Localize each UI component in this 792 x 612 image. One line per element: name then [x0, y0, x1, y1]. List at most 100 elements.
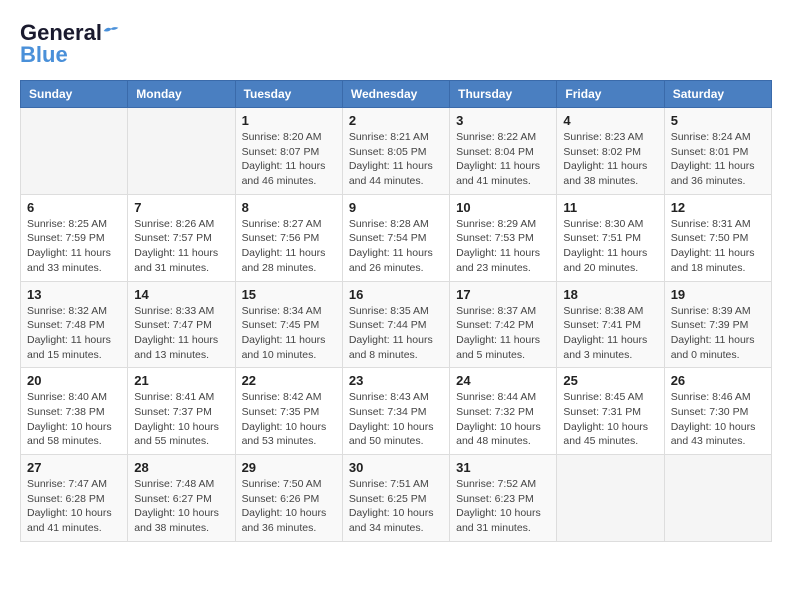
week-row-2: 6 Sunrise: 8:25 AM Sunset: 7:59 PM Daylig…: [21, 194, 772, 281]
col-header-saturday: Saturday: [664, 81, 771, 108]
day-number: 18: [563, 287, 657, 302]
day-number: 27: [27, 460, 121, 475]
calendar-cell: 20 Sunrise: 8:40 AM Sunset: 7:38 PM Dayli…: [21, 368, 128, 455]
day-info: Sunrise: 8:23 AM Sunset: 8:02 PM Dayligh…: [563, 130, 657, 189]
day-info: Sunrise: 8:27 AM Sunset: 7:56 PM Dayligh…: [242, 217, 336, 276]
day-info: Sunrise: 8:31 AM Sunset: 7:50 PM Dayligh…: [671, 217, 765, 276]
page: General Blue SundayMondayTuesdayWednesda…: [0, 0, 792, 562]
calendar-cell: 19 Sunrise: 8:39 AM Sunset: 7:39 PM Dayli…: [664, 281, 771, 368]
day-info: Sunrise: 8:35 AM Sunset: 7:44 PM Dayligh…: [349, 304, 443, 363]
day-number: 9: [349, 200, 443, 215]
calendar-cell: 11 Sunrise: 8:30 AM Sunset: 7:51 PM Dayli…: [557, 194, 664, 281]
col-header-friday: Friday: [557, 81, 664, 108]
day-info: Sunrise: 8:33 AM Sunset: 7:47 PM Dayligh…: [134, 304, 228, 363]
day-number: 26: [671, 373, 765, 388]
calendar-cell: 13Sunrise: 8:32 AM Sunset: 7:48 PM Dayli…: [21, 281, 128, 368]
day-number: 19: [671, 287, 765, 302]
calendar-cell: 16 Sunrise: 8:35 AM Sunset: 7:44 PM Dayli…: [342, 281, 449, 368]
calendar-cell: 28Sunrise: 7:48 AM Sunset: 6:27 PM Dayli…: [128, 455, 235, 542]
day-info: Sunrise: 7:50 AM Sunset: 6:26 PM Dayligh…: [242, 477, 336, 536]
calendar-table: SundayMondayTuesdayWednesdayThursdayFrid…: [20, 80, 772, 542]
day-info: Sunrise: 8:25 AM Sunset: 7:59 PM Dayligh…: [27, 217, 121, 276]
calendar-cell: 7 Sunrise: 8:26 AM Sunset: 7:57 PM Daylig…: [128, 194, 235, 281]
calendar-cell: [664, 455, 771, 542]
col-header-tuesday: Tuesday: [235, 81, 342, 108]
calendar-cell: 27 Sunrise: 7:47 AM Sunset: 6:28 PM Dayli…: [21, 455, 128, 542]
day-info: Sunrise: 7:48 AM Sunset: 6:27 PM Dayligh…: [134, 477, 228, 536]
calendar-cell: 23 Sunrise: 8:43 AM Sunset: 7:34 PM Dayli…: [342, 368, 449, 455]
day-number: 22: [242, 373, 336, 388]
calendar-cell: [128, 108, 235, 195]
day-info: Sunrise: 8:26 AM Sunset: 7:57 PM Dayligh…: [134, 217, 228, 276]
week-row-4: 20 Sunrise: 8:40 AM Sunset: 7:38 PM Dayli…: [21, 368, 772, 455]
calendar-cell: 25Sunrise: 8:45 AM Sunset: 7:31 PM Dayli…: [557, 368, 664, 455]
calendar-cell: 22 Sunrise: 8:42 AM Sunset: 7:35 PM Dayli…: [235, 368, 342, 455]
day-info: Sunrise: 8:39 AM Sunset: 7:39 PM Dayligh…: [671, 304, 765, 363]
calendar-cell: 26 Sunrise: 8:46 AM Sunset: 7:30 PM Dayli…: [664, 368, 771, 455]
week-row-1: 1 Sunrise: 8:20 AM Sunset: 8:07 PM Daylig…: [21, 108, 772, 195]
day-info: Sunrise: 8:37 AM Sunset: 7:42 PM Dayligh…: [456, 304, 550, 363]
calendar-cell: 10Sunrise: 8:29 AM Sunset: 7:53 PM Dayli…: [450, 194, 557, 281]
calendar-cell: 8Sunrise: 8:27 AM Sunset: 7:56 PM Daylig…: [235, 194, 342, 281]
calendar-cell: 30Sunrise: 7:51 AM Sunset: 6:25 PM Dayli…: [342, 455, 449, 542]
logo-bird-icon: [102, 24, 120, 38]
day-number: 29: [242, 460, 336, 475]
col-header-monday: Monday: [128, 81, 235, 108]
day-info: Sunrise: 8:38 AM Sunset: 7:41 PM Dayligh…: [563, 304, 657, 363]
day-info: Sunrise: 8:30 AM Sunset: 7:51 PM Dayligh…: [563, 217, 657, 276]
col-header-sunday: Sunday: [21, 81, 128, 108]
day-number: 12: [671, 200, 765, 215]
calendar-cell: 4 Sunrise: 8:23 AM Sunset: 8:02 PM Daylig…: [557, 108, 664, 195]
logo: General Blue: [20, 20, 120, 68]
day-number: 24: [456, 373, 550, 388]
day-info: Sunrise: 8:40 AM Sunset: 7:38 PM Dayligh…: [27, 390, 121, 449]
calendar-cell: 5Sunrise: 8:24 AM Sunset: 8:01 PM Daylig…: [664, 108, 771, 195]
calendar-cell: 29 Sunrise: 7:50 AM Sunset: 6:26 PM Dayli…: [235, 455, 342, 542]
day-info: Sunrise: 8:21 AM Sunset: 8:05 PM Dayligh…: [349, 130, 443, 189]
calendar-cell: 9 Sunrise: 8:28 AM Sunset: 7:54 PM Daylig…: [342, 194, 449, 281]
calendar-cell: 21Sunrise: 8:41 AM Sunset: 7:37 PM Dayli…: [128, 368, 235, 455]
header: General Blue: [20, 20, 772, 68]
day-number: 23: [349, 373, 443, 388]
week-row-3: 13Sunrise: 8:32 AM Sunset: 7:48 PM Dayli…: [21, 281, 772, 368]
day-number: 20: [27, 373, 121, 388]
calendar-cell: [21, 108, 128, 195]
calendar-cell: 17 Sunrise: 8:37 AM Sunset: 7:42 PM Dayli…: [450, 281, 557, 368]
day-info: Sunrise: 7:47 AM Sunset: 6:28 PM Dayligh…: [27, 477, 121, 536]
day-number: 7: [134, 200, 228, 215]
day-number: 4: [563, 113, 657, 128]
calendar-cell: [557, 455, 664, 542]
day-info: Sunrise: 8:42 AM Sunset: 7:35 PM Dayligh…: [242, 390, 336, 449]
day-number: 16: [349, 287, 443, 302]
day-number: 2: [349, 113, 443, 128]
day-info: Sunrise: 7:51 AM Sunset: 6:25 PM Dayligh…: [349, 477, 443, 536]
header-row: SundayMondayTuesdayWednesdayThursdayFrid…: [21, 81, 772, 108]
calendar-cell: 3Sunrise: 8:22 AM Sunset: 8:04 PM Daylig…: [450, 108, 557, 195]
day-info: Sunrise: 8:20 AM Sunset: 8:07 PM Dayligh…: [242, 130, 336, 189]
day-number: 1: [242, 113, 336, 128]
calendar-cell: 1 Sunrise: 8:20 AM Sunset: 8:07 PM Daylig…: [235, 108, 342, 195]
day-info: Sunrise: 8:28 AM Sunset: 7:54 PM Dayligh…: [349, 217, 443, 276]
day-info: Sunrise: 8:34 AM Sunset: 7:45 PM Dayligh…: [242, 304, 336, 363]
day-info: Sunrise: 7:52 AM Sunset: 6:23 PM Dayligh…: [456, 477, 550, 536]
day-number: 14: [134, 287, 228, 302]
calendar-cell: 12 Sunrise: 8:31 AM Sunset: 7:50 PM Dayli…: [664, 194, 771, 281]
calendar-cell: 6 Sunrise: 8:25 AM Sunset: 7:59 PM Daylig…: [21, 194, 128, 281]
day-info: Sunrise: 8:43 AM Sunset: 7:34 PM Dayligh…: [349, 390, 443, 449]
calendar-cell: 14 Sunrise: 8:33 AM Sunset: 7:47 PM Dayli…: [128, 281, 235, 368]
calendar-cell: 2 Sunrise: 8:21 AM Sunset: 8:05 PM Daylig…: [342, 108, 449, 195]
day-info: Sunrise: 8:45 AM Sunset: 7:31 PM Dayligh…: [563, 390, 657, 449]
week-row-5: 27 Sunrise: 7:47 AM Sunset: 6:28 PM Dayli…: [21, 455, 772, 542]
day-number: 11: [563, 200, 657, 215]
logo-blue: Blue: [20, 42, 68, 68]
calendar-cell: 24Sunrise: 8:44 AM Sunset: 7:32 PM Dayli…: [450, 368, 557, 455]
day-info: Sunrise: 8:22 AM Sunset: 8:04 PM Dayligh…: [456, 130, 550, 189]
day-number: 5: [671, 113, 765, 128]
day-number: 6: [27, 200, 121, 215]
day-info: Sunrise: 8:46 AM Sunset: 7:30 PM Dayligh…: [671, 390, 765, 449]
calendar-cell: 15Sunrise: 8:34 AM Sunset: 7:45 PM Dayli…: [235, 281, 342, 368]
day-info: Sunrise: 8:29 AM Sunset: 7:53 PM Dayligh…: [456, 217, 550, 276]
day-number: 17: [456, 287, 550, 302]
calendar-cell: 31 Sunrise: 7:52 AM Sunset: 6:23 PM Dayli…: [450, 455, 557, 542]
day-number: 31: [456, 460, 550, 475]
